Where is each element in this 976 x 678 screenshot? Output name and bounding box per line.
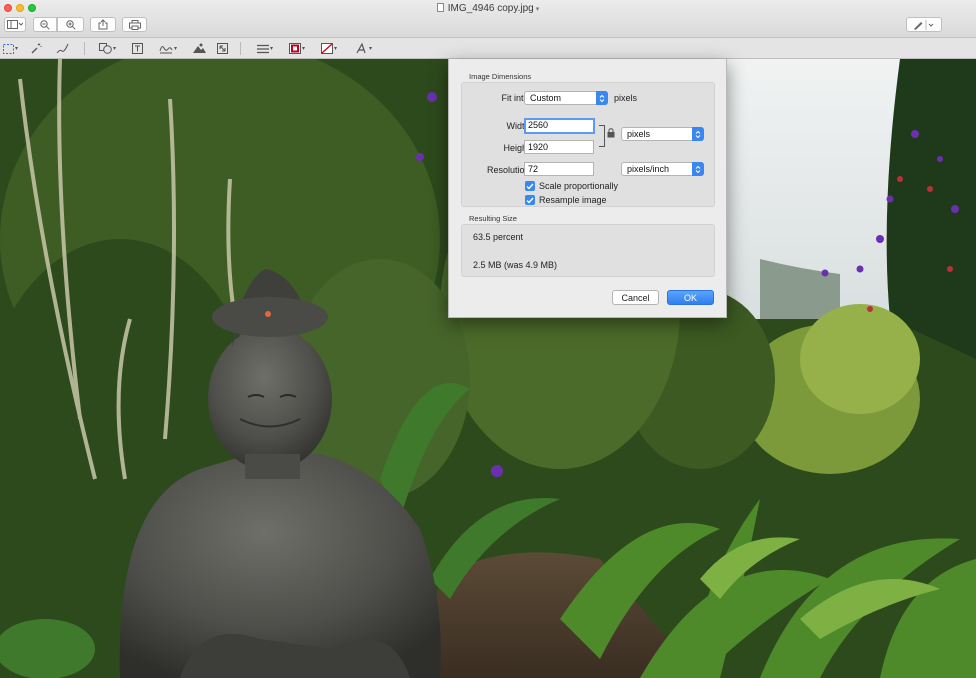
checkmark-icon: [526, 197, 534, 204]
instant-alpha-button[interactable]: [31, 41, 42, 56]
text-icon: [132, 43, 143, 54]
markup-pen-icon: [914, 19, 934, 30]
height-field[interactable]: 1920: [524, 140, 594, 154]
text-button[interactable]: [132, 41, 143, 56]
share-icon: [98, 19, 108, 30]
selection-tool-button[interactable]: ▾: [3, 41, 18, 56]
markup-toolbar-button[interactable]: [906, 17, 942, 32]
dimension-unit-popup[interactable]: pixels: [621, 127, 704, 141]
image-dimensions-panel: Fit into: Custom pixels Width: 2560 Heig…: [461, 82, 715, 207]
fit-into-unit: pixels: [614, 93, 638, 103]
toolbar-divider: [240, 42, 241, 55]
fit-into-value: Custom: [530, 93, 562, 103]
dimension-unit-value: pixels: [627, 129, 651, 139]
zoom-in-button[interactable]: [57, 17, 84, 32]
scale-proportionally-label: Scale proportionally: [539, 181, 619, 191]
shape-style-icon: [257, 44, 269, 53]
shapes-button[interactable]: ▾: [99, 41, 116, 56]
fit-into-popup[interactable]: Custom: [524, 91, 608, 105]
text-style-icon: [356, 43, 366, 54]
sketch-button[interactable]: [56, 41, 69, 56]
lock-icon[interactable]: [607, 128, 615, 138]
chevron-down-icon: ▾: [270, 46, 274, 52]
print-icon: [128, 19, 141, 30]
shapes-icon: [99, 43, 112, 54]
fit-into-label: Fit into:: [501, 93, 531, 103]
adjust-size-button[interactable]: [217, 41, 228, 56]
proportion-bracket: [599, 125, 605, 147]
share-button[interactable]: [90, 17, 116, 32]
fill-color-button[interactable]: ▾: [321, 41, 337, 56]
shape-style-button[interactable]: ▾: [257, 41, 273, 56]
resolution-label: Resolution:: [486, 165, 532, 175]
popup-arrows-icon: [596, 91, 608, 105]
chevron-down-icon: ▾: [15, 46, 19, 52]
width-field[interactable]: 2560: [524, 118, 595, 134]
height-label: Height:: [503, 143, 532, 153]
popup-arrows-icon: [692, 162, 704, 176]
resulting-file-size: 2.5 MB (was 4.9 MB): [473, 260, 558, 270]
border-color-button[interactable]: ▾: [289, 41, 305, 56]
resulting-size-panel: 63.5 percent 2.5 MB (was 4.9 MB): [461, 224, 715, 277]
fill-color-icon: [321, 43, 333, 54]
resolution-unit-value: pixels/inch: [627, 164, 670, 174]
resample-image-checkbox[interactable]: [525, 195, 535, 205]
adjust-size-dialog: Image Dimensions Fit into: Custom pixels…: [448, 59, 727, 318]
resample-image-label: Resample image: [539, 195, 607, 205]
sign-icon: [159, 46, 173, 54]
chevron-down-icon: ▾: [334, 46, 338, 52]
resulting-percent: 63.5 percent: [473, 232, 524, 242]
sidebar-icon: [7, 20, 23, 29]
instant-alpha-icon: [31, 43, 42, 54]
sidebar-button[interactable]: [4, 17, 26, 32]
zoom-out-button[interactable]: [33, 17, 57, 32]
resulting-size-title: Resulting Size: [469, 214, 517, 223]
sketch-icon: [56, 43, 69, 54]
print-button[interactable]: [122, 17, 147, 32]
text-style-button[interactable]: ▾: [356, 41, 372, 56]
zoom-in-icon: [65, 19, 76, 30]
adjust-color-button[interactable]: [193, 41, 206, 56]
adjust-color-icon: [193, 43, 206, 53]
toolbar-divider: [84, 42, 85, 55]
jpeg-file-icon: [436, 3, 444, 12]
chevron-down-icon: ▾: [174, 46, 178, 52]
rectangular-selection-icon: [3, 43, 14, 54]
zoom-out-icon: [40, 19, 50, 30]
scale-proportionally-checkbox[interactable]: [525, 181, 535, 191]
resolution-unit-popup[interactable]: pixels/inch: [621, 162, 704, 176]
cancel-button[interactable]: Cancel: [612, 290, 659, 305]
markup-toolbar: ▾ ▾ ▾ ▾ ▾ ▾ ▾: [0, 38, 976, 59]
image-dimensions-title: Image Dimensions: [469, 72, 532, 81]
chevron-down-icon: ▾: [113, 46, 117, 52]
sign-button[interactable]: ▾: [159, 41, 177, 56]
window-title[interactable]: IMG_4946 copy.jpg ▾: [0, 3, 976, 14]
checkmark-icon: [526, 183, 534, 190]
width-label: Width:: [506, 121, 532, 131]
chevron-down-icon: ▾: [535, 6, 540, 13]
window-title-text: IMG_4946 copy.jpg: [447, 3, 534, 14]
resolution-field[interactable]: 72: [524, 162, 594, 176]
ok-button[interactable]: OK: [667, 290, 714, 305]
chevron-down-icon: ▾: [369, 46, 373, 52]
popup-arrows-icon: [692, 127, 704, 141]
chevron-down-icon: ▾: [302, 46, 306, 52]
border-color-icon: [289, 43, 301, 54]
title-bar: IMG_4946 copy.jpg ▾: [0, 0, 976, 38]
adjust-size-icon: [217, 43, 228, 54]
